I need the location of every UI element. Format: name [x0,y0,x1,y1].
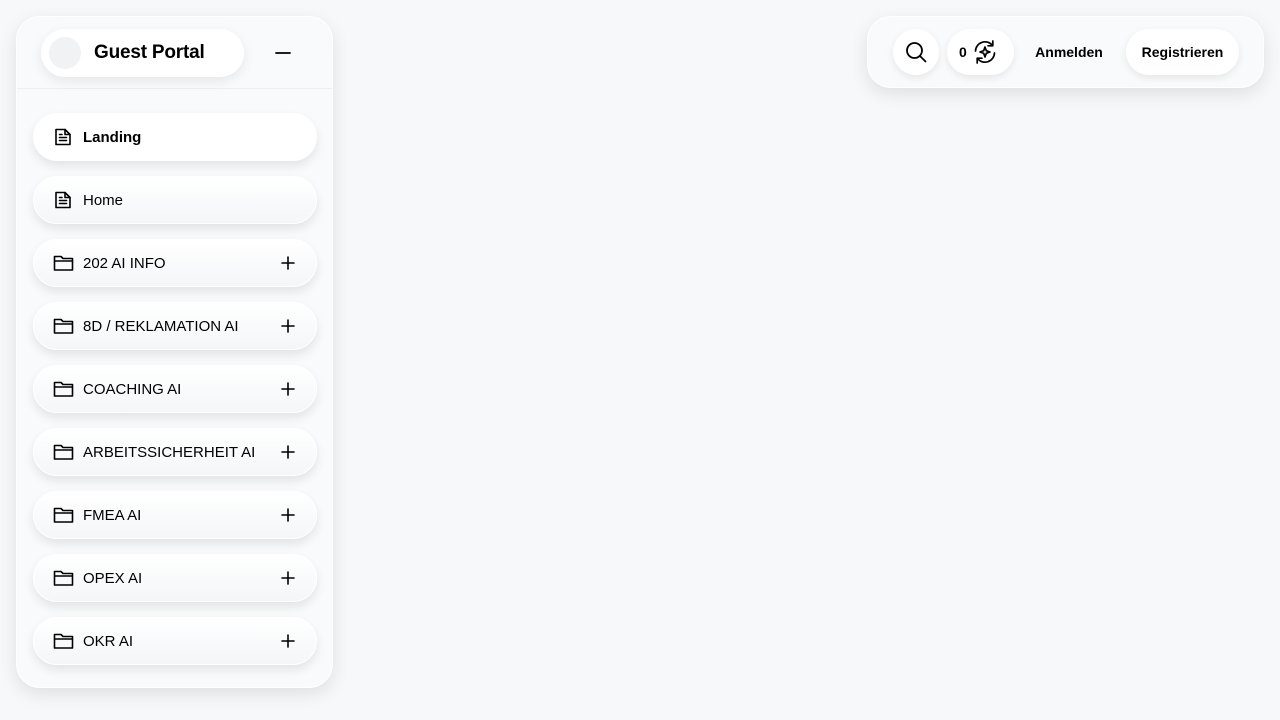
sidebar-item-label: 202 AI INFO [83,254,166,272]
minus-icon [275,52,291,54]
register-button[interactable]: Registrieren [1126,29,1239,75]
sidebar-item-8d-reklamation-ai[interactable]: 8D / REKLAMATION AI [33,302,317,350]
portal-switcher[interactable]: Guest Portal [41,29,244,77]
folder-icon [52,315,74,337]
login-button[interactable]: Anmelden [1026,29,1112,75]
sidebar-item-label: FMEA AI [83,506,142,524]
sidebar-nav: Landing Home 202 AI INFO 8D / REKLAMATION A… [33,113,317,680]
plus-icon[interactable] [278,631,298,651]
portal-title: Guest Portal [94,42,205,63]
search-icon [906,42,927,63]
sidebar-item-home[interactable]: Home [33,176,317,224]
folder-icon [52,504,74,526]
sidebar-item-label: ARBEITSSICHERHEIT AI [83,443,256,461]
portal-avatar [49,37,81,69]
sidebar-item-label: Home [83,191,124,209]
sidebar-item-label: OKR AI [83,632,134,650]
folder-icon [52,378,74,400]
document-icon [52,126,74,148]
sidebar-item-202-ai-info[interactable]: 202 AI INFO [33,239,317,287]
credits-count: 0 [959,44,967,60]
top-toolbar: 0 Anmelden Registrieren [867,16,1264,88]
sidebar-item-okr-ai[interactable]: OKR AI [33,617,317,665]
folder-icon [52,441,74,463]
sidebar-item-label: OPEX AI [83,569,143,587]
sidebar-item-landing[interactable]: Landing [33,113,317,161]
sidebar-item-arbeitssicherheit-ai[interactable]: ARBEITSSICHERHEIT AI [33,428,317,476]
plus-icon[interactable] [278,316,298,336]
plus-icon[interactable] [278,379,298,399]
sidebar-item-label: COACHING AI [83,380,182,398]
folder-icon [52,567,74,589]
document-icon [52,189,74,211]
sidebar-item-label: Landing [83,128,142,146]
folder-icon [52,630,74,652]
sidebar-header: Guest Portal [17,17,332,89]
plus-icon[interactable] [278,253,298,273]
sidebar-item-coaching-ai[interactable]: COACHING AI [33,365,317,413]
sidebar: Guest Portal Landing Home 202 AI INFO 8D / … [16,16,333,688]
plus-icon[interactable] [278,568,298,588]
collapse-sidebar-button[interactable] [267,37,299,69]
plus-icon[interactable] [278,442,298,462]
sidebar-item-fmea-ai[interactable]: FMEA AI [33,491,317,539]
sidebar-item-label: 8D / REKLAMATION AI [83,317,239,335]
search-button[interactable] [893,29,939,75]
folder-icon [52,252,74,274]
sidebar-item-opex-ai[interactable]: OPEX AI [33,554,317,602]
credits-button[interactable]: 0 [947,29,1014,75]
plus-icon[interactable] [278,505,298,525]
ai-credits-icon [971,38,999,66]
